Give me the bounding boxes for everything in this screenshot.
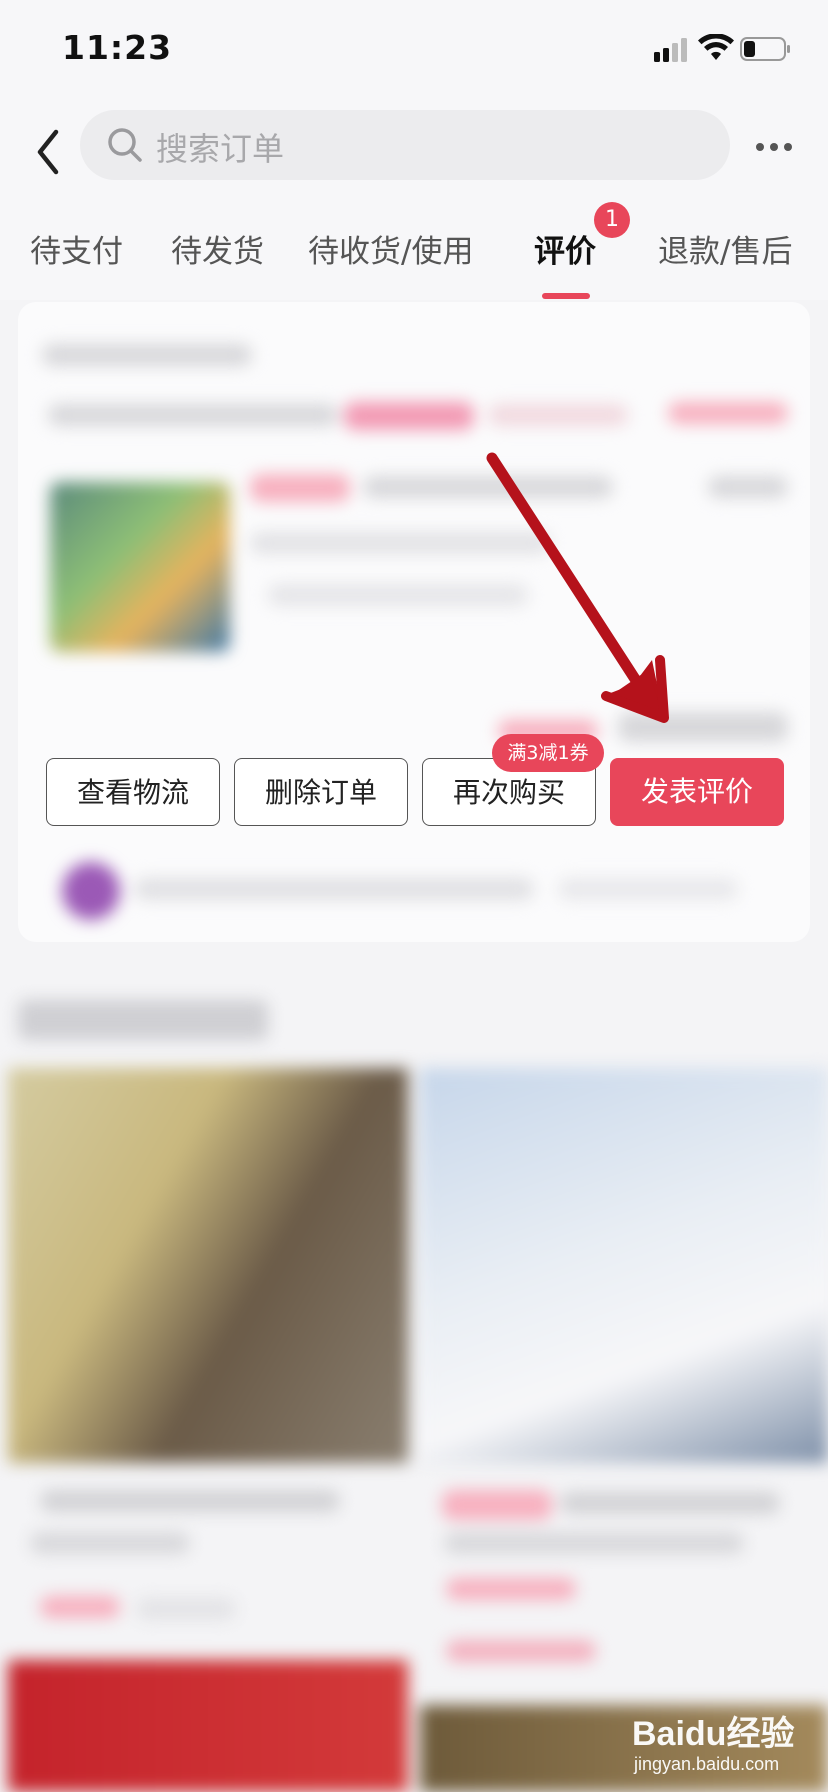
search-icon <box>108 128 142 162</box>
view-logistics-button[interactable]: 查看物流 <box>46 758 220 826</box>
wifi-icon <box>698 34 734 60</box>
signal-icon <box>654 38 687 62</box>
search-input[interactable]: 搜索订单 <box>80 110 730 180</box>
watermark-url: jingyan.baidu.com <box>634 1754 780 1774</box>
recommend-image[interactable] <box>8 1068 408 1463</box>
recommend-image[interactable] <box>420 1068 828 1463</box>
recommend-title <box>18 1000 268 1040</box>
watermark: Baidu经验 jingyan.baidu.com <box>620 1706 820 1786</box>
order-tabs: 待支付 待发货 待收货/使用 评价 退款/售后 <box>0 210 828 300</box>
more-dots-icon[interactable] <box>756 136 804 152</box>
watermark-logo: Baidu经验 <box>632 1715 795 1753</box>
battery-icon <box>740 37 790 61</box>
tab-review[interactable]: 评价 <box>534 226 596 271</box>
tab-refund[interactable]: 退款/售后 <box>658 226 792 271</box>
store-avatar <box>62 862 120 920</box>
order-card <box>18 302 810 942</box>
status-time: 11:23 <box>62 28 173 67</box>
back-arrow-icon[interactable] <box>28 122 72 182</box>
product-image <box>50 482 230 652</box>
tab-pending-receipt[interactable]: 待收货/使用 <box>308 226 473 271</box>
review-count-badge: 1 <box>594 202 630 238</box>
recommend-image[interactable] <box>8 1660 408 1792</box>
coupon-tag: 满3减1券 <box>492 734 604 772</box>
status-bar: 11:23 <box>0 0 828 100</box>
tab-pending-shipment[interactable]: 待发货 <box>171 226 264 271</box>
tab-pending-payment[interactable]: 待支付 <box>30 226 123 271</box>
delete-order-button[interactable]: 删除订单 <box>234 758 408 826</box>
search-placeholder: 搜索订单 <box>156 130 285 168</box>
header: 搜索订单 待支付 待发货 待收货/使用 评价 退款/售后 1 <box>0 100 828 300</box>
active-tab-indicator <box>542 293 590 299</box>
write-review-button[interactable]: 发表评价 <box>610 758 784 826</box>
